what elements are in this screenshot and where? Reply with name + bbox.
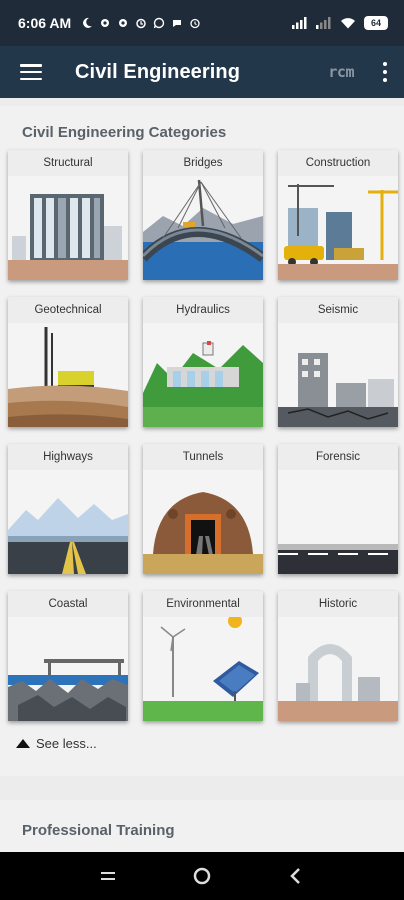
category-label: Hydraulics [143,297,263,323]
chat-icon [173,20,182,27]
app-bar: Civil Engineering rcm [0,46,404,98]
category-bridges[interactable]: Bridges [143,150,263,280]
signal-icon [316,17,331,29]
category-historic[interactable]: Historic [278,591,398,721]
category-label: Environmental [143,591,263,617]
category-label: Coastal [8,591,128,617]
category-label: Geotechnical [8,297,128,323]
forensic-illustration [278,470,398,574]
category-label: Historic [278,591,398,617]
geotechnical-illustration [8,323,128,427]
construction-illustration [278,176,398,280]
categories-title: Civil Engineering Categories [22,124,227,141]
environmental-illustration [143,617,263,721]
signal-icon [292,17,307,29]
highways-illustration [8,470,128,574]
category-label: Structural [8,150,128,176]
coastal-illustration [8,617,128,721]
gear-icon [119,19,128,27]
alarm-icon [136,18,146,29]
category-structural[interactable]: Structural [8,150,128,280]
category-forensic[interactable]: Forensic [278,444,398,574]
category-label: Bridges [143,150,263,176]
category-hydraulics[interactable]: Hydraulics [143,297,263,427]
category-label: Seismic [278,297,398,323]
category-label: Construction [278,150,398,176]
status-time: 6:06 AM [18,15,72,31]
category-seismic[interactable]: Seismic [278,297,398,427]
rcm-logo: rcm [328,63,354,81]
status-bar: 6:06 AM 64 [0,0,404,46]
category-highways[interactable]: Highways [8,444,128,574]
category-coastal[interactable]: Coastal [8,591,128,721]
category-construction[interactable]: Construction [278,150,398,280]
category-label: Highways [8,444,128,470]
see-less-button[interactable]: See less... [16,736,97,751]
category-tunnels[interactable]: Tunnels [143,444,263,574]
categories-section: Civil Engineering Categories Structural … [0,106,404,776]
tunnels-illustration [143,470,263,574]
category-label: Forensic [278,444,398,470]
app-title: Civil Engineering [75,60,241,83]
hamburger-menu-icon[interactable] [20,64,42,80]
categories-grid: Structural Bridges Construction Geotechn… [8,150,398,721]
whatsapp-icon [153,17,165,29]
battery-icon: 64 [364,16,388,30]
training-title: Professional Training [22,822,175,839]
seismic-illustration [278,323,398,427]
wifi-icon [341,18,355,29]
alarm-clock-icon [190,18,200,29]
category-environmental[interactable]: Environmental [143,591,263,721]
see-less-label: See less... [36,736,97,751]
more-vert-icon[interactable] [378,62,392,82]
gear-icon [101,19,110,27]
category-geotechnical[interactable]: Geotechnical [8,297,128,427]
home-icon[interactable] [190,864,214,888]
triangle-up-icon [16,739,30,748]
category-label: Tunnels [143,444,263,470]
training-section: Professional Training [0,800,404,852]
hydraulics-illustration [143,323,263,427]
system-nav-bar [0,852,404,900]
historic-illustration [278,617,398,721]
bridges-illustration [143,176,263,280]
recents-icon[interactable] [96,864,120,888]
moon-icon [83,17,93,28]
structural-illustration [8,176,128,280]
back-icon[interactable] [284,864,308,888]
